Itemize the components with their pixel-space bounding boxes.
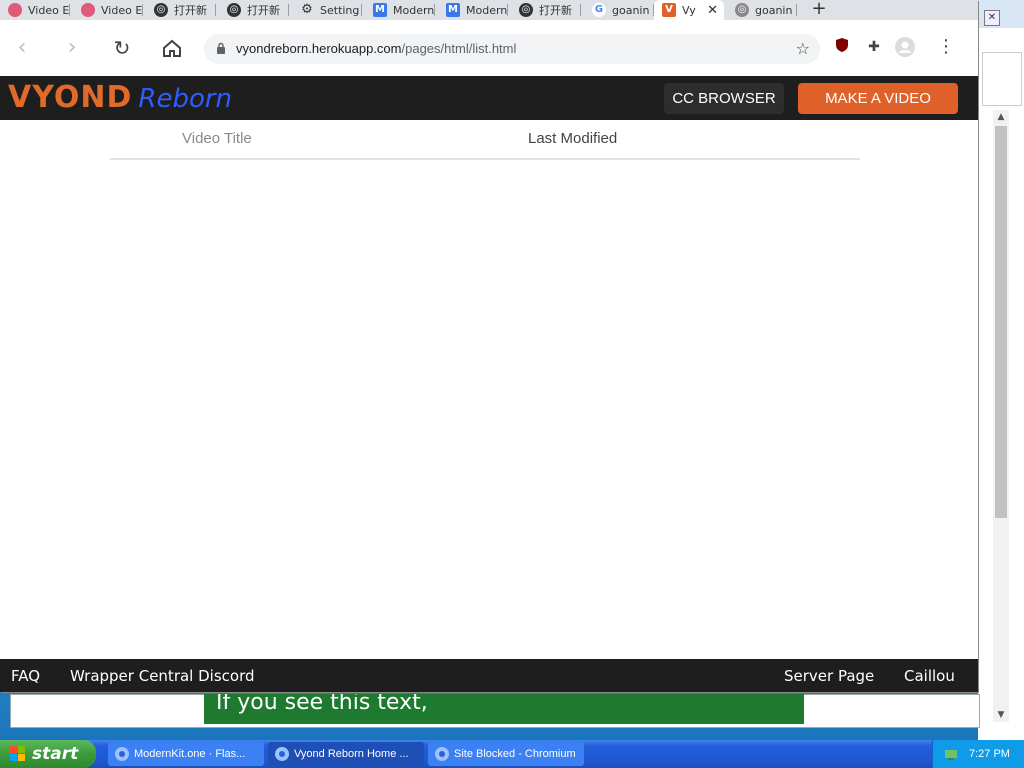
taskbar-item-site-blocked[interactable]: Site Blocked - Chromium <box>428 742 584 766</box>
tab-video-editor-1[interactable]: Video E <box>0 0 70 20</box>
tab-strip: Video E Video E ◎ 打开新 ◎ 打开新 ⚙ Setting M … <box>0 0 978 20</box>
video-editor-icon <box>81 3 95 17</box>
vertical-scrollbar[interactable]: ▲ ▼ <box>993 110 1009 722</box>
tab-label: goanin <box>755 3 793 17</box>
forward-button[interactable]: › <box>60 37 84 61</box>
tab-label: 打开新 <box>174 4 207 17</box>
site-footer: FAQ Wrapper Central Discord Server Page … <box>0 659 978 692</box>
system-tray: 7:27 PM <box>932 740 1024 768</box>
tab-label: Modern <box>466 3 508 17</box>
background-window-panel <box>982 52 1022 106</box>
network-icon[interactable] <box>943 746 959 762</box>
vyond-icon: V <box>662 3 676 17</box>
tab-google[interactable]: G goanin <box>584 0 654 20</box>
tab-new-page-1[interactable]: ◎ 打开新 <box>146 0 216 20</box>
tab-label: Setting <box>320 3 360 17</box>
taskbar-item-label: Vyond Reborn Home ... <box>294 748 409 760</box>
taskbar-item-label: ModernKit.one · Flas... <box>134 748 246 760</box>
close-icon[interactable]: ✕ <box>984 10 1000 26</box>
tab-new-page-2[interactable]: ◎ 打开新 <box>219 0 289 20</box>
modernkit-icon: M <box>446 3 460 17</box>
close-tab-icon[interactable]: ✕ <box>707 3 718 18</box>
globe-icon: ◎ <box>735 3 749 17</box>
logo-vyond: VYOND <box>8 80 133 115</box>
tab-new-page-3[interactable]: ◎ 打开新 <box>511 0 581 20</box>
column-video-title[interactable]: Video Title <box>182 130 252 147</box>
ublock-icon[interactable] <box>832 37 852 57</box>
clock[interactable]: 7:27 PM <box>969 740 1010 768</box>
logo-reborn: Reborn <box>138 84 233 114</box>
extensions-puzzle-icon[interactable]: ✚ <box>864 37 884 57</box>
globe-icon: ◎ <box>227 3 241 17</box>
chromium-icon <box>275 747 289 761</box>
tab-label: Video E <box>101 3 143 17</box>
vyond-reborn-logo[interactable]: VYOND Reborn <box>8 80 232 116</box>
taskbar-item-label: Site Blocked - Chromium <box>454 748 576 760</box>
home-button[interactable] <box>160 37 184 61</box>
green-banner: If you see this text, <box>204 694 804 724</box>
start-label: start <box>32 744 79 764</box>
url-text[interactable]: vyondreborn.herokuapp.com/pages/html/lis… <box>236 41 516 56</box>
scroll-up-icon[interactable]: ▲ <box>993 110 1009 124</box>
make-a-video-button[interactable]: MAKE A VIDEO <box>798 83 958 114</box>
tab-video-editor-2[interactable]: Video E <box>73 0 143 20</box>
tab-label: Modern <box>393 3 435 17</box>
tab-settings[interactable]: ⚙ Setting <box>292 0 362 20</box>
column-last-modified[interactable]: Last Modified <box>528 130 617 147</box>
footer-discord-link[interactable]: Wrapper Central Discord <box>70 667 255 685</box>
site-header: VYOND Reborn CC BROWSER MAKE A VIDEO <box>0 76 978 120</box>
tab-goanimate[interactable]: ◎ goanin <box>727 0 797 20</box>
video-list-table-header: Video Title Last Modified <box>110 120 860 160</box>
cc-browser-button[interactable]: CC BROWSER <box>664 83 784 114</box>
new-tab-button[interactable]: + <box>808 0 830 20</box>
globe-icon: ◎ <box>519 3 533 17</box>
tab-label: goanin <box>612 3 650 17</box>
tab-label: Video E <box>28 3 70 17</box>
taskbar: start ModernKit.one · Flas... Vyond Rebo… <box>0 740 1024 768</box>
taskbar-item-vyond-reborn[interactable]: Vyond Reborn Home ... <box>268 742 424 766</box>
browser-toolbar: ‹ › ↻ vyondreborn.herokuapp.com/pages/ht… <box>0 20 978 76</box>
start-button[interactable]: start <box>0 740 96 768</box>
footer-caillou-link[interactable]: Caillou <box>904 667 955 685</box>
tab-modernkit-1[interactable]: M Modern <box>365 0 435 20</box>
tab-modernkit-2[interactable]: M Modern <box>438 0 508 20</box>
tab-label: Vy <box>682 3 696 17</box>
video-editor-icon <box>8 3 22 17</box>
chromium-icon <box>115 747 129 761</box>
tab-label: 打开新 <box>539 4 572 17</box>
url-path: /pages/html/list.html <box>401 41 517 56</box>
gear-icon: ⚙ <box>301 2 313 17</box>
footer-faq-link[interactable]: FAQ <box>11 667 40 685</box>
footer-server-page-link[interactable]: Server Page <box>784 667 874 685</box>
url-host: vyondreborn.herokuapp.com <box>236 41 402 56</box>
tab-vyond-active[interactable]: V Vy ✕ <box>654 0 724 20</box>
tab-label: 打开新 <box>247 4 280 17</box>
google-icon: G <box>592 3 606 17</box>
browser-window: Video E Video E ◎ 打开新 ◎ 打开新 ⚙ Setting M … <box>0 0 978 692</box>
back-button[interactable]: ‹ <box>10 37 34 61</box>
modernkit-icon: M <box>373 3 387 17</box>
profile-avatar-icon[interactable] <box>895 37 915 57</box>
lock-icon <box>217 42 225 54</box>
scrollbar-thumb[interactable] <box>995 126 1007 518</box>
taskbar-item-modernkit[interactable]: ModernKit.one · Flas... <box>108 742 264 766</box>
menu-kebab-icon[interactable]: ⋮ <box>936 37 956 57</box>
globe-icon: ◎ <box>154 3 168 17</box>
web-page: VYOND Reborn CC BROWSER MAKE A VIDEO Vid… <box>0 76 978 692</box>
chromium-icon <box>435 747 449 761</box>
bookmark-star-icon[interactable]: ☆ <box>796 39 810 58</box>
windows-flag-icon <box>10 746 25 761</box>
reload-button[interactable]: ↻ <box>110 37 134 61</box>
address-bar[interactable]: vyondreborn.herokuapp.com/pages/html/lis… <box>204 34 820 64</box>
scroll-down-icon[interactable]: ▼ <box>993 708 1009 722</box>
home-icon <box>163 39 181 57</box>
